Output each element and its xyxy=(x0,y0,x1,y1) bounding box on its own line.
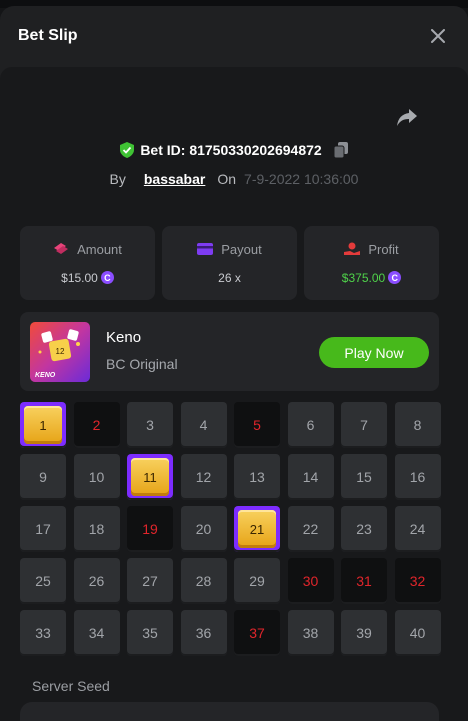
keno-cell[interactable]: 27 xyxy=(127,558,173,604)
keno-cell[interactable]: 8 xyxy=(394,402,441,448)
keno-grid: 1 2 3 4 5 6 7 8 9 10 11 12 13 14 15 16 17 18 19 20 21 22 23 24 2… xyxy=(20,402,441,656)
on-label: On xyxy=(217,171,237,187)
keno-cell[interactable]: 28 xyxy=(180,558,227,604)
keno-cell[interactable]: 32 xyxy=(394,558,441,604)
amount-label: Amount xyxy=(77,241,122,257)
bet-slip-modal: Bet Slip Bet ID: 81750330202694872 By ba… xyxy=(0,6,468,721)
share-icon xyxy=(397,109,417,126)
stat-payout: Payout 26 x xyxy=(162,226,297,300)
keno-thumb-label: KENO xyxy=(35,372,56,379)
keno-cell[interactable]: 6 xyxy=(287,402,334,448)
keno-cell[interactable]: 14 xyxy=(287,454,334,500)
keno-logo-icon: 12 KENO xyxy=(35,329,80,379)
keno-cell[interactable]: 30 xyxy=(287,558,334,604)
money-icon xyxy=(54,243,69,254)
share-button[interactable] xyxy=(396,107,420,131)
verified-shield-icon xyxy=(120,142,135,158)
keno-cell[interactable]: 7 xyxy=(341,402,387,448)
card-icon xyxy=(197,243,214,255)
close-icon xyxy=(431,29,445,43)
keno-cell[interactable]: 11 xyxy=(127,454,173,500)
stats-row: Amount $15.00 C Payout 26 x Profit $375.… xyxy=(20,226,439,300)
username-link[interactable]: bassabar xyxy=(144,171,205,187)
profit-icon xyxy=(344,242,361,255)
profit-label: Profit xyxy=(368,241,399,257)
keno-cell[interactable]: 31 xyxy=(341,558,387,604)
keno-cell[interactable]: 17 xyxy=(20,506,66,552)
keno-cell[interactable]: 23 xyxy=(341,506,387,552)
keno-cell[interactable]: 3 xyxy=(127,402,173,448)
keno-cell[interactable]: 36 xyxy=(180,610,227,656)
amount-value: $15.00 xyxy=(61,270,98,285)
coin-icon: C xyxy=(100,271,114,284)
keno-cell[interactable]: 4 xyxy=(180,402,227,448)
keno-cell[interactable]: 5 xyxy=(234,402,280,448)
keno-cell[interactable]: 22 xyxy=(287,506,334,552)
by-label: By xyxy=(109,171,126,187)
modal-title: Bet Slip xyxy=(18,27,78,44)
keno-cell[interactable]: 15 xyxy=(341,454,387,500)
keno-cell[interactable]: 37 xyxy=(234,610,280,656)
keno-thumb-number: 12 xyxy=(56,347,65,356)
keno-cell[interactable]: 1 xyxy=(20,402,66,448)
keno-thumbnail[interactable]: 12 KENO xyxy=(30,322,90,382)
keno-cell[interactable]: 35 xyxy=(127,610,173,656)
keno-cell[interactable]: 34 xyxy=(73,610,120,656)
game-name: Keno xyxy=(106,329,142,346)
bet-date: 7-9-2022 10:36:00 xyxy=(244,171,359,187)
keno-cell[interactable]: 10 xyxy=(73,454,120,500)
keno-cell[interactable]: 12 xyxy=(180,454,227,500)
keno-cell[interactable]: 40 xyxy=(394,610,441,656)
hit-gem: 11 xyxy=(131,458,169,496)
keno-cell[interactable]: 26 xyxy=(73,558,120,604)
keno-cell[interactable]: 20 xyxy=(180,506,227,552)
payout-label: Payout xyxy=(221,241,262,257)
keno-cell[interactable]: 19 xyxy=(127,506,173,552)
keno-cell[interactable]: 24 xyxy=(394,506,441,552)
play-now-button[interactable]: Play Now xyxy=(319,337,429,368)
payout-value: 26 x xyxy=(218,270,241,285)
hit-gem: 1 xyxy=(24,406,62,444)
close-button[interactable] xyxy=(426,24,450,48)
keno-cell[interactable]: 2 xyxy=(73,402,120,448)
stat-profit: Profit $375.00 C xyxy=(304,226,439,300)
keno-cell[interactable]: 25 xyxy=(20,558,66,604)
keno-cell[interactable]: 29 xyxy=(234,558,280,604)
bet-card: Bet ID: 81750330202694872 By bassabar On… xyxy=(0,67,468,721)
modal-header: Bet Slip xyxy=(0,6,468,66)
coin-icon: C xyxy=(388,271,402,284)
hit-gem: 21 xyxy=(238,510,276,548)
keno-cell[interactable]: 18 xyxy=(73,506,120,552)
game-card: 12 KENO Keno BC Original Play Now xyxy=(20,312,439,391)
server-seed-label: Server Seed xyxy=(32,678,110,694)
game-subtitle: BC Original xyxy=(106,356,178,372)
server-seed-field[interactable] xyxy=(20,702,439,721)
bet-id-row: Bet ID: 81750330202694872 xyxy=(0,142,468,158)
keno-cell[interactable]: 9 xyxy=(20,454,66,500)
keno-cell[interactable]: 13 xyxy=(234,454,280,500)
keno-cell[interactable]: 39 xyxy=(341,610,387,656)
bet-meta-row: By bassabar On 7-9-2022 10:36:00 xyxy=(0,171,468,187)
keno-cell[interactable]: 21 xyxy=(234,506,280,552)
profit-value: $375.00 xyxy=(341,270,386,285)
keno-cell[interactable]: 33 xyxy=(20,610,66,656)
bet-id: Bet ID: 81750330202694872 xyxy=(140,142,322,158)
stat-amount: Amount $15.00 C xyxy=(20,226,155,300)
keno-cell[interactable]: 16 xyxy=(394,454,441,500)
keno-cell[interactable]: 38 xyxy=(287,610,334,656)
copy-icon[interactable] xyxy=(333,142,348,158)
